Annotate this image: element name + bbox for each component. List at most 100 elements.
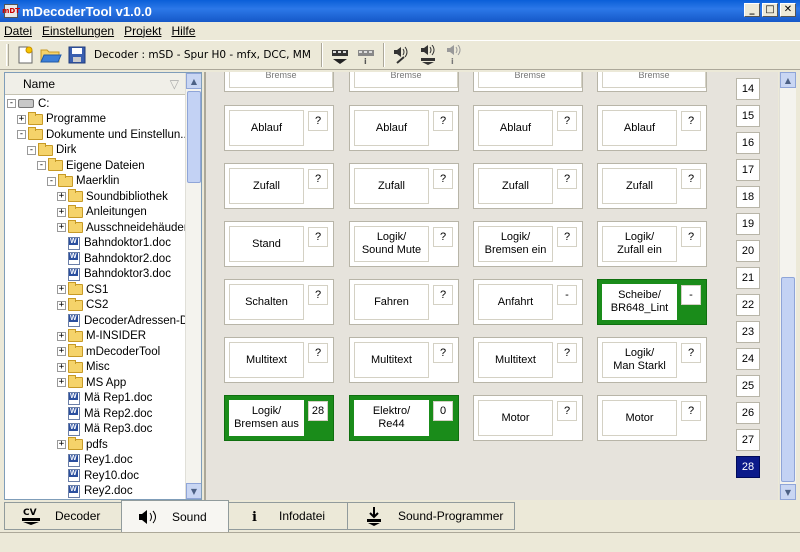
sound-slot-value[interactable]: ?	[681, 401, 701, 421]
sound-slot-button[interactable]: Logik/ Bremsen aus 28	[224, 395, 334, 441]
tree-expander-icon[interactable]: +	[57, 192, 66, 202]
save-button[interactable]	[65, 43, 89, 67]
tree-column-header[interactable]: Name ▽	[5, 73, 185, 95]
sound-slot-button[interactable]: Elektro/ Re44 0	[349, 395, 459, 441]
sound-slot-value[interactable]: -	[681, 285, 701, 305]
tree-item[interactable]: + CS2	[5, 297, 185, 314]
tree-item[interactable]: + Soundbibliothek	[5, 189, 185, 205]
sound-slot-button[interactable]: Multitext?	[473, 337, 583, 383]
sound-slot-value[interactable]: 0	[433, 401, 453, 421]
sound-number-button[interactable]: 15	[736, 105, 760, 127]
sound-slot-button[interactable]: Multitext?	[349, 337, 459, 383]
tree-expander-icon[interactable]: +	[57, 331, 66, 341]
tree-expander-icon[interactable]: +	[57, 285, 66, 295]
sound-slot-button[interactable]: Motor?	[473, 395, 583, 441]
sound-slot-button-partial[interactable]: Bremse	[597, 72, 707, 92]
tree-item[interactable]: Rey2.doc	[5, 484, 185, 500]
sound-slot-button[interactable]: Logik/ Bremsen ein?	[473, 221, 583, 267]
sound-number-button[interactable]: 16	[736, 132, 760, 154]
sound-slot-value[interactable]: ?	[557, 343, 577, 363]
main-scroll-up-button[interactable]: ▲	[780, 72, 796, 88]
sound-slot-button-partial[interactable]: Bremse	[224, 72, 334, 92]
tree-item[interactable]: Rey1.doc	[5, 453, 185, 469]
sound-number-button[interactable]: 27	[736, 429, 760, 451]
sound-slot-button[interactable]: Multitext?	[224, 337, 334, 383]
sound-slot-value[interactable]: ?	[308, 169, 328, 189]
sound-slot-button[interactable]: Zufall?	[224, 163, 334, 209]
tree-item[interactable]: + M-INSIDER	[5, 328, 185, 345]
tree-scroll-down-button[interactable]: ▼	[186, 483, 201, 499]
tab-sound[interactable]: Sound	[121, 500, 229, 532]
tree-item[interactable]: + MS App	[5, 375, 185, 391]
decoder-info-button[interactable]: i	[354, 43, 378, 67]
maximize-button[interactable]: □	[762, 3, 778, 17]
menu-datei[interactable]: Datei	[4, 24, 32, 38]
sound-slot-value[interactable]: ?	[308, 285, 328, 305]
sound-number-button[interactable]: 28	[736, 456, 760, 478]
sound-number-button[interactable]: 14	[736, 78, 760, 100]
sound-slot-value[interactable]: ?	[308, 343, 328, 363]
open-file-button[interactable]	[39, 43, 63, 67]
sound-slot-value[interactable]: ?	[433, 343, 453, 363]
main-scroll-down-button[interactable]: ▼	[780, 484, 796, 500]
tree-expander-icon[interactable]: -	[7, 99, 16, 109]
menu-hilfe[interactable]: Hilfe	[171, 24, 195, 38]
sound-slot-value[interactable]: ?	[681, 111, 701, 131]
sound-slot-button[interactable]: Ablauf?	[349, 105, 459, 151]
close-button[interactable]: ✕	[780, 3, 796, 17]
sound-slot-button[interactable]: Schalten?	[224, 279, 334, 325]
main-scrollbar[interactable]: ▲ ▼	[779, 72, 796, 500]
tree-expander-icon[interactable]: +	[57, 300, 66, 310]
sound-slot-value[interactable]: ?	[433, 111, 453, 131]
tree-scroll-thumb[interactable]	[187, 91, 201, 183]
tree-item[interactable]: - Dirk	[5, 142, 185, 159]
main-scroll-thumb[interactable]	[781, 277, 795, 482]
tree-item[interactable]: + Ausschneidehäuder	[5, 220, 185, 236]
tree-item[interactable]: Mä Rep1.doc	[5, 391, 185, 407]
sound-slot-button[interactable]: Zufall?	[597, 163, 707, 209]
sound-slot-button[interactable]: Anfahrt -	[473, 279, 583, 325]
tree-item[interactable]: Rey10.doc	[5, 468, 185, 484]
sound-slot-value[interactable]: ?	[433, 169, 453, 189]
menu-projekt[interactable]: Projekt	[124, 24, 161, 38]
sound-slot-value[interactable]: ?	[681, 169, 701, 189]
sound-slot-value[interactable]: 28	[308, 401, 328, 421]
tree-scroll-up-button[interactable]: ▲	[186, 73, 201, 89]
sound-slot-value[interactable]: -	[557, 285, 577, 305]
sound-number-button[interactable]: 22	[736, 294, 760, 316]
sound-slot-button-partial[interactable]: Bremse	[473, 72, 583, 92]
sound-slot-button[interactable]: Motor?	[597, 395, 707, 441]
sound-slot-button[interactable]: Stand?	[224, 221, 334, 267]
sound-slot-value[interactable]: ?	[433, 227, 453, 247]
tree-expander-icon[interactable]: +	[57, 223, 66, 233]
tree-scrollbar[interactable]: ▲ ▼	[185, 73, 201, 499]
tree-expander-icon[interactable]: -	[47, 176, 56, 186]
tree-item[interactable]: - Eigene Dateien	[5, 158, 185, 174]
tree-item[interactable]: + Misc	[5, 359, 185, 376]
sound-slot-button[interactable]: Zufall?	[473, 163, 583, 209]
tree-item[interactable]: Bahndoktor1.doc	[5, 236, 185, 252]
sound-slot-button[interactable]: Ablauf?	[597, 105, 707, 151]
sound-slot-button[interactable]: Fahren?	[349, 279, 459, 325]
tree-expander-icon[interactable]: -	[17, 130, 26, 140]
tree-expander-icon[interactable]: +	[57, 347, 66, 357]
sound-slot-value[interactable]: ?	[557, 401, 577, 421]
minimize-button[interactable]: _	[744, 3, 760, 17]
sound-slot-value[interactable]: ?	[557, 227, 577, 247]
sound-number-button[interactable]: 18	[736, 186, 760, 208]
sound-slot-button[interactable]: Scheibe/ BR648_Lint -	[597, 279, 707, 325]
sound-slot-value[interactable]: ?	[557, 169, 577, 189]
tree-item[interactable]: - Dokumente und Einstellun...	[5, 127, 185, 143]
tree-item[interactable]: Bahndoktor3.doc	[5, 267, 185, 283]
sound-slot-value[interactable]: ?	[433, 285, 453, 305]
tab-decoder[interactable]: CV Decoder	[4, 502, 122, 530]
sound-info-button[interactable]: i	[442, 43, 466, 67]
sound-slot-value[interactable]: ?	[308, 111, 328, 131]
tree-item[interactable]: + mDecoderTool	[5, 344, 185, 360]
sound-slot-value[interactable]: ?	[308, 227, 328, 247]
tree-item[interactable]: + Programme	[5, 111, 185, 128]
tree-expander-icon[interactable]: +	[57, 440, 66, 450]
tree-expander-icon[interactable]: +	[17, 114, 26, 124]
sound-slot-button[interactable]: Logik/ Sound Mute?	[349, 221, 459, 267]
tree-item[interactable]: + pdfs	[5, 437, 185, 453]
